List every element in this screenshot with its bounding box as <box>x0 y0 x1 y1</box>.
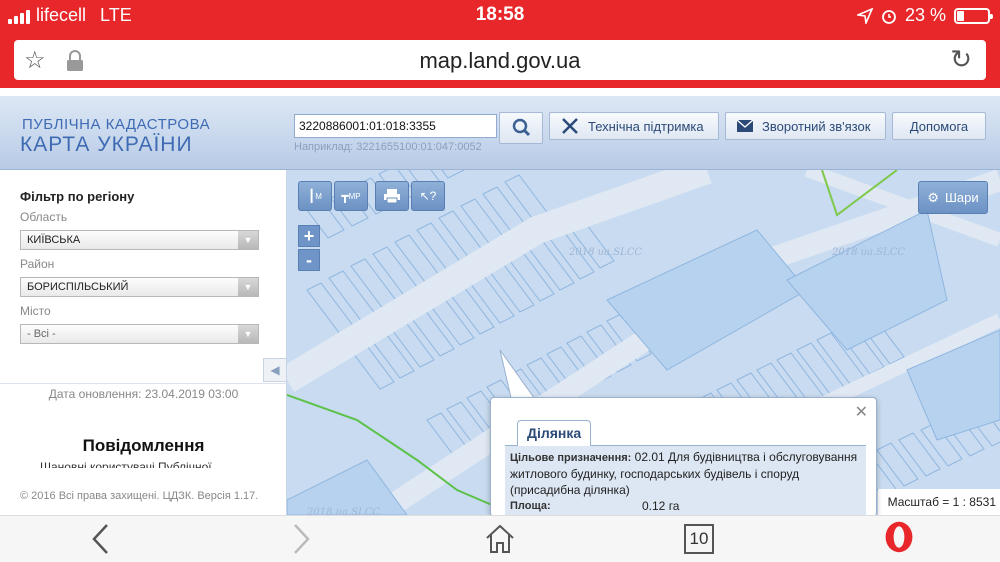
feedback-label: Зворотний зв'язок <box>762 118 871 134</box>
close-icon[interactable]: ✕ <box>855 402 868 422</box>
feedback-button[interactable]: Зворотний зв'язок <box>725 112 886 140</box>
area-value: 0.12 га <box>642 499 680 513</box>
address-bar[interactable]: ☆ map.land.gov.ua ↻ <box>14 40 986 80</box>
popup-tabs: Ділянка <box>505 420 866 447</box>
support-label: Технічна підтримка <box>588 118 704 134</box>
identify-button[interactable]: ↖? <box>411 181 445 211</box>
area-row: Площа: 0.12 га <box>510 498 861 514</box>
home-icon[interactable] <box>484 522 516 556</box>
pointer-question-icon: ↖? <box>419 189 437 203</box>
forward-icon[interactable] <box>290 522 312 556</box>
notices-title: Повідомлення <box>82 436 205 455</box>
region-value: КИЇВСЬКА <box>27 234 81 246</box>
browser-toolbar: ☆ map.land.gov.ua ↻ <box>0 32 1000 88</box>
clock: 18:58 <box>475 4 525 25</box>
browser-bottom-bar: 10 <box>0 515 1000 562</box>
parcel-popup: ✕ Ділянка Цільове призначення: 02.01 Для… <box>490 397 877 517</box>
parcel-details: Цільове призначення: 02.01 Для будівницт… <box>505 446 866 516</box>
area-measure-button[interactable]: ┳ МР <box>334 181 368 211</box>
city-select[interactable]: - Всі - ▼ <box>20 324 259 344</box>
location-arrow-icon <box>856 7 873 24</box>
search-icon <box>512 118 531 137</box>
zoom-in-button[interactable]: + <box>298 225 320 247</box>
battery-icon <box>954 7 993 24</box>
ruler-button[interactable]: ┃ М <box>298 181 332 211</box>
watermark-2: 2018 ua.SLCC <box>831 247 905 258</box>
status-bar: lifecell LTE 18:58 23 % <box>0 0 1000 32</box>
update-date: Дата оновлення: 23.04.2019 03:00 <box>48 387 239 401</box>
area-key: Площа: <box>510 500 551 512</box>
gear-icon: ⚙ <box>927 189 939 205</box>
layers-label: Шари <box>945 190 979 205</box>
reload-icon[interactable]: ↻ <box>950 44 972 75</box>
watermark-3: 2018 ua.SLCC <box>306 507 380 515</box>
region-select[interactable]: КИЇВСЬКА ▼ <box>20 230 259 250</box>
logo-line2: КАРТА УКРАЇНИ <box>20 133 193 156</box>
envelope-icon <box>736 119 754 132</box>
zoom-out-button[interactable]: - <box>298 249 320 271</box>
purpose-row: Цільове призначення: 02.01 Для будівницт… <box>510 449 861 498</box>
city-label: Місто <box>20 304 51 318</box>
opera-menu-icon[interactable] <box>882 520 916 554</box>
print-button[interactable] <box>375 181 409 211</box>
region-label: Область <box>20 210 68 224</box>
scale-indicator: Масштаб = 1 : 8531 <box>878 489 1000 515</box>
ruler-icon: ┃ <box>308 189 316 203</box>
cadastral-search-input[interactable] <box>294 114 497 138</box>
tools-icon <box>562 118 578 134</box>
district-label: Район <box>20 257 55 271</box>
url-text[interactable]: map.land.gov.ua <box>14 48 986 74</box>
notice-text: Шановні користувачі Публічної <box>40 460 212 468</box>
district-value: БОРИСПІЛЬСЬКИЙ <box>27 281 129 293</box>
layers-button[interactable]: ⚙ Шари <box>918 181 988 214</box>
area-ruler-icon: ┳ <box>341 189 349 203</box>
collapse-sidebar-button[interactable]: ◀ <box>263 358 287 382</box>
sidebar-info: Дата оновлення: 23.04.2019 03:00 Повідом… <box>0 383 287 515</box>
site-header: ПУБЛІЧНА КАДАСТРОВА КАРТА УКРАЇНИ Наприк… <box>0 96 1000 170</box>
watermark-1: 2018 ua.SLCC <box>568 247 642 258</box>
tabs-count-button[interactable]: 10 <box>684 524 714 554</box>
chevron-down-icon: ▼ <box>238 231 258 249</box>
search-button[interactable] <box>499 112 543 144</box>
search-hint: Наприклад: 3221655100:01:047:0052 <box>294 141 482 153</box>
city-value: - Всі - <box>27 328 56 340</box>
purpose-key: Цільове призначення: <box>510 452 632 464</box>
region-filter-panel: Фільтр по регіону Область КИЇВСЬКА ▼ Рай… <box>0 170 287 383</box>
battery-percent: 23 % <box>904 5 946 25</box>
copyright: © 2016 Всі права захищені. ЦДЗК. Версія … <box>20 490 259 502</box>
back-icon[interactable] <box>90 522 112 556</box>
district-select[interactable]: БОРИСПІЛЬСЬКИЙ ▼ <box>20 277 259 297</box>
filter-title: Фільтр по регіону <box>20 189 135 204</box>
logo-line1: ПУБЛІЧНА КАДАСТРОВА <box>22 116 211 133</box>
tab-parcel[interactable]: Ділянка <box>517 420 592 447</box>
chevron-down-icon: ▼ <box>238 325 258 343</box>
support-button[interactable]: Технічна підтримка <box>549 112 719 140</box>
chevron-down-icon: ▼ <box>238 278 258 296</box>
help-label: Допомога <box>909 118 969 134</box>
help-button[interactable]: Допомога <box>892 112 986 140</box>
alarm-icon <box>882 9 896 24</box>
printer-icon <box>384 189 400 204</box>
